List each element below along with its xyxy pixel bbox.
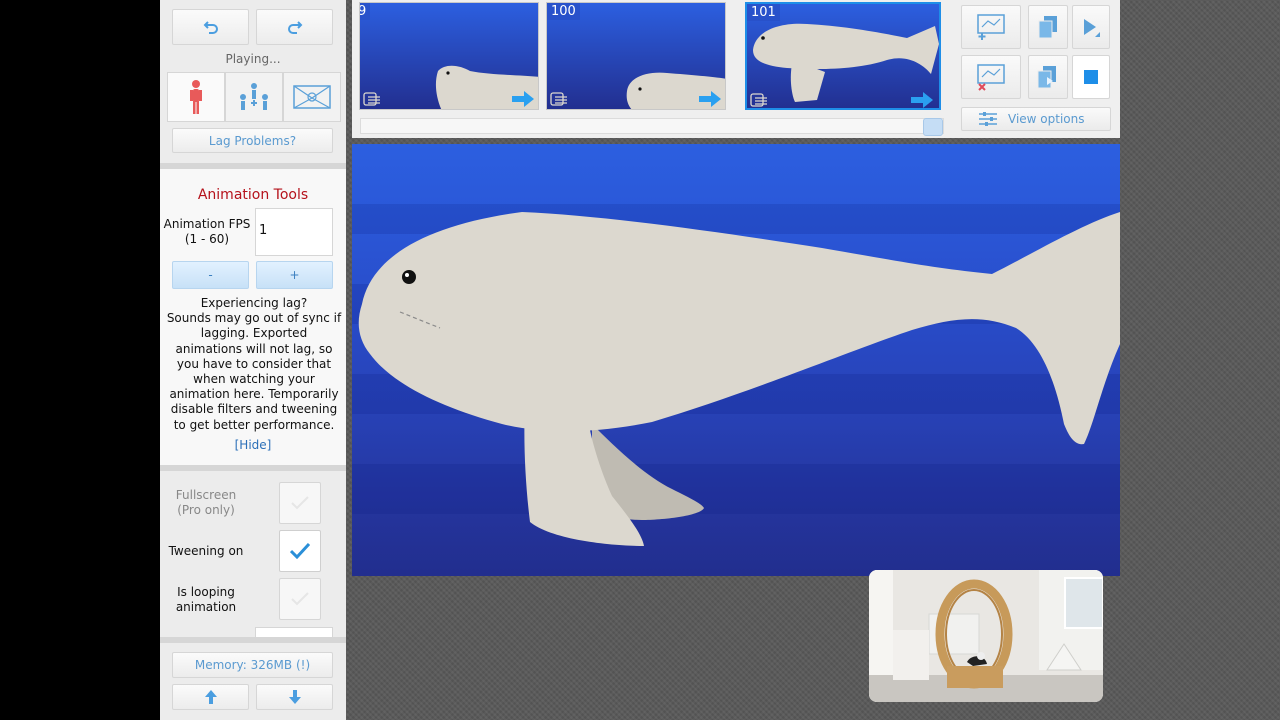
fps-label-line2: (1 - 60): [184, 232, 230, 246]
move-up-button[interactable]: [172, 684, 249, 710]
divider: [160, 465, 346, 471]
whale-eye-glint: [405, 273, 409, 277]
copy-icon: [1038, 16, 1057, 39]
scene-icon: [293, 85, 331, 109]
copy-frame-button[interactable]: [1028, 5, 1068, 49]
stop-button[interactable]: [1072, 55, 1110, 99]
hide-link[interactable]: [Hide]: [160, 438, 346, 452]
timeline-scrollbar[interactable]: [360, 118, 944, 136]
delete-frame-icon: [977, 64, 1005, 91]
tweening-checkbox[interactable]: [279, 530, 321, 572]
scene-mode-button[interactable]: [283, 72, 341, 122]
fps-decrease-button[interactable]: -: [172, 261, 249, 289]
check-icon: [290, 543, 310, 559]
stick-figure-icon: [190, 80, 202, 114]
frame-number: 100: [547, 3, 580, 20]
looping-label-line1: Is looping: [177, 585, 235, 599]
timeline-scroll-thumb[interactable]: [923, 118, 943, 136]
fps-increase-button[interactable]: +: [256, 261, 333, 289]
fps-input[interactable]: 1: [255, 208, 333, 256]
fullscreen-label-line1: Fullscreen: [175, 488, 237, 502]
add-frame-button[interactable]: [961, 5, 1021, 49]
left-panel: Playing... Lag Problems? Animation Tools…: [160, 0, 346, 720]
sliders-icon: [979, 112, 997, 126]
webcam-overlay: [869, 570, 1103, 702]
play-icon: [1084, 19, 1100, 37]
fullscreen-checkbox[interactable]: [279, 482, 321, 524]
frame-thumbnail-selected[interactable]: 101: [745, 2, 941, 110]
paste-frame-button[interactable]: [1028, 55, 1068, 99]
view-options-button[interactable]: View options: [961, 107, 1111, 131]
undo-icon: [203, 21, 218, 34]
redo-icon: [287, 21, 302, 34]
play-button[interactable]: [1072, 5, 1110, 49]
redo-button[interactable]: [256, 9, 333, 45]
looping-label: Is looping animation: [164, 585, 248, 615]
looping-checkbox[interactable]: [279, 578, 321, 620]
frame-tools: View options: [952, 0, 1120, 138]
animation-stage[interactable]: [352, 144, 1120, 576]
looping-label-line2: animation: [175, 600, 237, 614]
animation-tools-title: Animation Tools: [197, 187, 309, 203]
fps-label-line1: Animation FPS: [163, 217, 251, 231]
frame-thumbnail[interactable]: 9: [359, 2, 539, 110]
lag-problems-button[interactable]: Lag Problems?: [172, 128, 333, 153]
check-icon: [291, 496, 309, 510]
whale-eye: [402, 270, 416, 284]
single-figure-mode-button[interactable]: [167, 72, 225, 122]
lag-text: Sounds may go out of sync if lagging. Ex…: [166, 311, 342, 432]
check-icon: [291, 592, 309, 606]
delete-frame-button[interactable]: [961, 55, 1021, 99]
stop-icon: [1084, 70, 1098, 84]
stage-canvas: [352, 204, 1120, 546]
frame-thumbnail[interactable]: 100: [546, 2, 726, 110]
arrow-down-icon: [288, 690, 301, 704]
arrow-up-icon: [204, 690, 217, 704]
animation-tools-section: Animation Tools Animation FPS (1 - 60) 1…: [160, 169, 346, 465]
frame-preview: [360, 3, 538, 109]
fullscreen-label: Fullscreen (Pro only): [164, 488, 248, 518]
fps-label: Animation FPS (1 - 60): [163, 217, 251, 247]
divider: [160, 637, 346, 643]
partial-input[interactable]: [255, 627, 333, 637]
webcam-image: [869, 570, 1103, 702]
lag-notice: Experiencing lag? Sounds may go out of s…: [166, 296, 342, 433]
playback-status: Playing...: [225, 52, 281, 66]
fullscreen-label-line2: (Pro only): [177, 503, 235, 517]
frame-number: 101: [747, 4, 780, 21]
undo-button[interactable]: [172, 9, 249, 45]
paste-icon: [1037, 66, 1056, 89]
group-figures-mode-button[interactable]: [225, 72, 283, 122]
add-frame-icon: [977, 14, 1005, 40]
lag-heading: Experiencing lag?: [200, 296, 308, 310]
tweening-label: Tweening on: [168, 544, 244, 558]
group-figures-icon: [240, 83, 268, 110]
memory-button[interactable]: Memory: 326MB (!): [172, 652, 333, 678]
move-down-button[interactable]: [256, 684, 333, 710]
frame-number: 9: [360, 3, 371, 20]
view-options-label: View options: [1008, 112, 1085, 126]
